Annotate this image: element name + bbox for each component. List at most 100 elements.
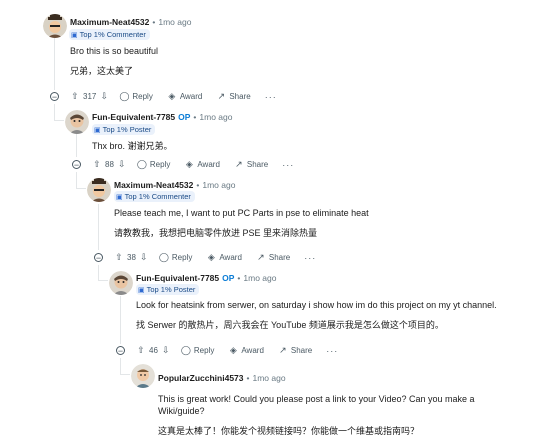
vote-count: 38: [127, 253, 136, 262]
comment-body: Bro this is so beautiful 兄弟，这太美了: [70, 45, 158, 77]
award-icon: ◈: [168, 91, 176, 101]
author-name[interactable]: PopularZucchini4573: [158, 373, 244, 383]
author-name[interactable]: Maximum-Neat4532: [114, 180, 193, 190]
minus-circle-icon[interactable]: −: [72, 160, 81, 170]
share-button[interactable]: ↗ Share: [234, 159, 268, 170]
share-button[interactable]: ↗ Share: [278, 345, 312, 356]
award-icon: ◈: [229, 345, 237, 355]
award-label: Award: [179, 92, 203, 101]
op-badge: OP: [222, 273, 235, 283]
minus-circle-icon[interactable]: −: [116, 346, 125, 356]
flair-label: Top 1% Commenter: [79, 30, 146, 39]
award-button[interactable]: ◈ Award: [206, 252, 242, 263]
thread-line: [76, 172, 77, 189]
arrow-up-icon[interactable]: ⇧: [92, 159, 102, 170]
arrow-up-icon[interactable]: ⇧: [136, 345, 146, 356]
thread-connector: [120, 374, 130, 375]
share-icon: ↗: [257, 252, 265, 262]
thread-connector: [54, 120, 64, 121]
author-name[interactable]: Fun-Equivalent-7785: [136, 273, 219, 283]
share-label: Share: [268, 253, 291, 262]
more-options-button[interactable]: ···: [304, 253, 316, 263]
thread-line: [120, 296, 121, 344]
arrow-down-icon[interactable]: ⇩: [99, 91, 109, 102]
trophy-icon: ▣: [116, 193, 123, 201]
timestamp[interactable]: 1mo ago: [202, 180, 235, 190]
trophy-icon: ▣: [71, 31, 78, 39]
more-options-button[interactable]: ···: [265, 92, 277, 102]
vote-control: ⇧ 317 ⇩: [70, 91, 109, 102]
author-name[interactable]: Maximum-Neat4532: [70, 17, 149, 27]
comment-actions: ⇧ 46 ⇩ ◯ Reply ◈ Award ↗ Share ···: [136, 345, 338, 356]
award-button[interactable]: ◈ Award: [167, 91, 203, 102]
comment-text: This is great work! Could you please pos…: [158, 394, 475, 404]
thread-line: [98, 265, 99, 281]
award-button[interactable]: ◈ Award: [228, 345, 264, 356]
avatar[interactable]: [43, 14, 67, 38]
reply-label: Reply: [149, 160, 171, 169]
arrow-down-icon[interactable]: ⇩: [117, 159, 127, 170]
minus-circle-icon[interactable]: −: [94, 253, 103, 263]
comment-text: Please teach me, I want to put PC Parts …: [114, 208, 369, 218]
separator-dot: •: [193, 112, 197, 122]
more-options-button[interactable]: ···: [326, 346, 338, 356]
reply-button[interactable]: ◯ Reply: [159, 252, 192, 263]
flair-label: Top 1% Poster: [146, 285, 196, 294]
award-label: Award: [219, 253, 242, 262]
comment-text: 找 Serwer 的散热片，周六我会在 YouTube 频道展示我是怎么做这个项…: [136, 320, 444, 331]
comment-bubble-icon: ◯: [180, 345, 191, 355]
op-badge: OP: [178, 112, 191, 122]
arrow-down-icon[interactable]: ⇩: [161, 345, 171, 356]
author-name[interactable]: Fun-Equivalent-7785: [92, 112, 175, 122]
timestamp[interactable]: 1mo ago: [243, 273, 276, 283]
vote-count: 88: [105, 160, 114, 169]
thread-line: [54, 104, 55, 121]
thread-connector: [76, 188, 86, 189]
share-button[interactable]: ↗ Share: [216, 91, 251, 102]
reply-button[interactable]: ◯ Reply: [181, 345, 214, 356]
share-label: Share: [290, 346, 313, 355]
timestamp[interactable]: 1mo ago: [199, 112, 232, 122]
comment-text: Thx bro. 谢谢兄弟。: [92, 141, 173, 151]
reply-button[interactable]: ◯ Reply: [119, 91, 152, 102]
trophy-icon: ▣: [94, 126, 101, 134]
reply-button[interactable]: ◯ Reply: [137, 159, 170, 170]
comment-meta: Fun-Equivalent-7785 OP • 1mo ago: [136, 273, 277, 283]
comment-text: Look for heatsink from serwer, on saturd…: [136, 300, 497, 310]
separator-dot: •: [237, 273, 241, 283]
minus-circle-icon[interactable]: −: [50, 92, 59, 102]
avatar[interactable]: [65, 110, 89, 134]
arrow-up-icon[interactable]: ⇧: [70, 91, 80, 102]
timestamp[interactable]: 1mo ago: [252, 373, 285, 383]
thread-line: [54, 38, 55, 90]
vote-control: ⇧ 38 ⇩: [114, 252, 149, 263]
award-button[interactable]: ◈ Award: [184, 159, 220, 170]
comment-meta: Maximum-Neat4532 • 1mo ago: [114, 180, 235, 190]
user-flair: ▣ Top 1% Commenter: [114, 191, 195, 202]
vote-control: ⇧ 88 ⇩: [92, 159, 127, 170]
comment-body: Thx bro. 谢谢兄弟。: [92, 140, 173, 152]
separator-dot: •: [196, 180, 200, 190]
thread-line: [98, 204, 99, 250]
share-icon: ↗: [279, 345, 287, 355]
share-icon: ↗: [235, 159, 243, 169]
trophy-icon: ▣: [138, 286, 145, 294]
comment-meta: Fun-Equivalent-7785 OP • 1mo ago: [92, 112, 233, 122]
timestamp[interactable]: 1mo ago: [158, 17, 191, 27]
comment-bubble-icon: ◯: [158, 252, 169, 262]
award-label: Award: [197, 160, 220, 169]
arrow-up-icon[interactable]: ⇧: [114, 252, 124, 263]
share-label: Share: [246, 160, 269, 169]
avatar[interactable]: [109, 271, 133, 295]
vote-count: 317: [83, 92, 97, 101]
avatar[interactable]: [131, 364, 155, 388]
separator-dot: •: [246, 373, 250, 383]
more-options-button[interactable]: ···: [282, 160, 294, 170]
comment-body: This is great work! Could you please pos…: [158, 393, 475, 437]
arrow-down-icon[interactable]: ⇩: [139, 252, 149, 263]
avatar[interactable]: [87, 178, 111, 202]
share-button[interactable]: ↗ Share: [256, 252, 290, 263]
comment-text: Wiki/guide?: [158, 406, 205, 417]
reply-label: Reply: [193, 346, 215, 355]
user-flair: ▣ Top 1% Commenter: [69, 29, 150, 40]
